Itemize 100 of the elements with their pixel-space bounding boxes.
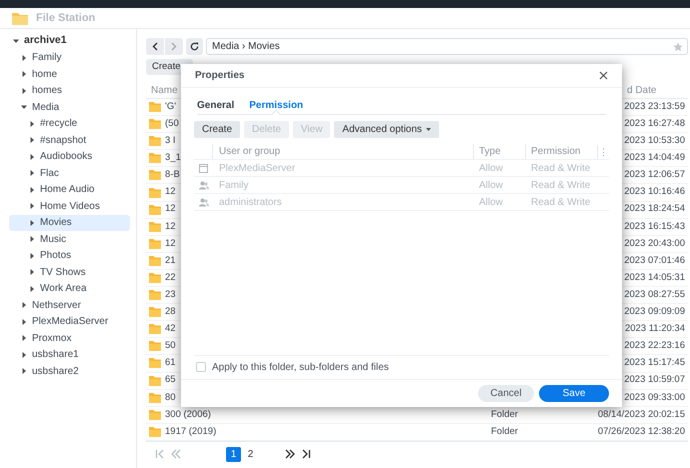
folder-icon: [149, 204, 161, 215]
permission-type: Allow: [478, 162, 504, 176]
tree-item[interactable]: PlexMediaServer: [9, 314, 130, 330]
folder-icon: [149, 102, 161, 112]
folder-icon: [149, 392, 161, 403]
caret-down-icon[interactable]: [13, 38, 19, 44]
tree-item[interactable]: Home Videos: [9, 198, 130, 214]
folder-icon: [12, 11, 28, 25]
tree-item[interactable]: Family: [9, 50, 130, 66]
caret-right-icon[interactable]: [29, 186, 35, 193]
file-name: 22: [165, 270, 176, 285]
tree-item[interactable]: archive1: [9, 33, 130, 50]
caret-right-icon[interactable]: [21, 71, 27, 78]
folder-icon: [149, 341, 161, 352]
last-page-icon: [301, 449, 311, 459]
dialog-tab[interactable]: Permission: [249, 96, 304, 114]
file-name: 50: [165, 339, 176, 354]
caret-right-icon[interactable]: [21, 88, 27, 94]
tree-item[interactable]: #recycle: [9, 116, 130, 132]
star-icon[interactable]: [673, 42, 683, 52]
tree-item[interactable]: Home Audio: [9, 182, 130, 198]
caret-right-icon[interactable]: [21, 368, 27, 374]
page-button[interactable]: 2: [243, 446, 258, 462]
tree-item[interactable]: Audiobooks: [9, 148, 130, 165]
action-button[interactable]: Create: [194, 121, 240, 138]
caret-right-icon[interactable]: [29, 154, 35, 160]
tree-item[interactable]: Flac: [9, 165, 130, 182]
caret-right-icon[interactable]: [21, 54, 27, 61]
file-name: 3 I: [165, 134, 176, 148]
folder-icon: [149, 426, 161, 437]
tree-item[interactable]: home: [9, 66, 130, 82]
folder-icon: [149, 136, 161, 146]
dialog-tab[interactable]: General: [197, 96, 234, 114]
caret-right-icon[interactable]: [29, 236, 35, 242]
caret-right-icon[interactable]: [21, 352, 27, 358]
modified-date: 2023 10:59:07: [624, 374, 685, 386]
tree-item[interactable]: homes: [9, 82, 130, 99]
tree-item[interactable]: Nethserver: [9, 297, 130, 314]
modified-date: 2023 23:13:59: [624, 100, 685, 112]
back-button[interactable]: [146, 38, 164, 55]
caret-right-icon[interactable]: [21, 302, 27, 308]
caret-right-icon[interactable]: [29, 220, 35, 226]
close-icon[interactable]: [599, 71, 608, 80]
folder-icon: [149, 358, 161, 368]
caret-right-icon[interactable]: [21, 318, 27, 325]
tree-item[interactable]: TV Shows: [9, 264, 130, 280]
folder-icon: [149, 307, 161, 318]
modified-date: 07/26/2023 12:38:20: [598, 426, 685, 437]
file-name: 23: [165, 288, 176, 302]
modified-date: 2023 09:33:00: [624, 392, 685, 403]
tree-item[interactable]: usbshare1: [9, 346, 130, 363]
tree-item[interactable]: Photos: [9, 248, 130, 264]
modified-date: 2023 18:24:54: [624, 203, 685, 214]
modified-date: 08/14/2023 20:02:15: [598, 408, 685, 420]
modified-date: 2023 10:53:30: [624, 135, 685, 146]
tree-item[interactable]: Proxmox: [9, 330, 130, 346]
modified-date: 2023 12:06:57: [624, 169, 685, 180]
folder-icon: [149, 222, 161, 232]
group-icon: [198, 198, 208, 206]
refresh-icon: [190, 42, 199, 51]
chevron-left-icon: [152, 42, 158, 51]
modified-date: 2023 16:15:43: [624, 220, 685, 232]
path-text: Media › Movies: [212, 40, 280, 54]
checkbox[interactable]: [196, 362, 206, 372]
path-field[interactable]: Media › Movies: [206, 38, 688, 55]
tree-item[interactable]: #snapshot: [9, 132, 130, 148]
file-type: Folder: [491, 408, 518, 420]
folder-icon: [149, 410, 161, 420]
tree-item[interactable]: usbshare2: [9, 363, 130, 380]
group-icon: [198, 180, 208, 190]
permission-type: Allow: [478, 178, 504, 192]
caret-right-icon[interactable]: [29, 170, 35, 176]
cancel-button[interactable]: Cancel: [478, 385, 534, 402]
tree-item[interactable]: Music: [9, 231, 130, 248]
user-name: administrators: [218, 196, 283, 210]
modified-date: 2023 07:01:46: [624, 254, 685, 266]
checkbox-label: Apply to this folder, sub-folders and files: [212, 360, 389, 374]
page-button[interactable]: 1: [226, 446, 241, 462]
caret-right-icon[interactable]: [29, 286, 35, 292]
window-title: File Station: [36, 10, 96, 26]
caret-down-icon[interactable]: [21, 104, 27, 110]
file-name: 8-B: [165, 168, 180, 182]
refresh-button[interactable]: [186, 38, 203, 55]
permission-type: Allow: [478, 196, 504, 210]
caret-right-icon[interactable]: [29, 137, 35, 144]
tree-item[interactable]: Work Area: [9, 280, 130, 297]
caret-right-icon[interactable]: [29, 252, 35, 259]
tree-item[interactable]: Media: [9, 99, 130, 116]
tree-item[interactable]: Movies: [9, 214, 130, 231]
caret-right-icon[interactable]: [21, 335, 27, 342]
save-button[interactable]: Save: [539, 385, 609, 402]
caret-right-icon[interactable]: [29, 269, 35, 276]
caret-right-icon[interactable]: [29, 120, 35, 127]
dialog-title: Properties: [195, 69, 244, 83]
file-name: 80: [165, 390, 176, 405]
dropdown-button[interactable]: Advanced options: [334, 121, 439, 138]
permission-level: Read & Write: [530, 196, 592, 210]
folder-icon: [149, 119, 161, 130]
modified-date: 2023 09:09:09: [624, 306, 685, 318]
caret-right-icon[interactable]: [29, 203, 35, 210]
